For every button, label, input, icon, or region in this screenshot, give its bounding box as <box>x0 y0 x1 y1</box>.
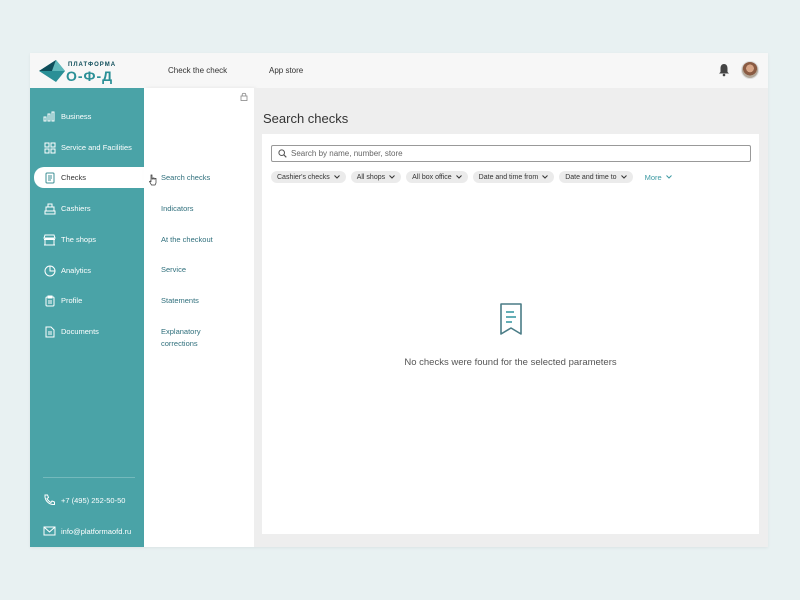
nav-app-store[interactable]: App store <box>269 66 303 75</box>
chevron-down-icon <box>542 175 549 179</box>
pie-chart-icon <box>43 264 56 277</box>
top-header: ПЛАТФОРМА О-Ф-Д Check the check App stor… <box>30 53 768 88</box>
logo-text-big: О-Ф-Д <box>66 68 114 84</box>
bell-icon[interactable] <box>718 63 730 77</box>
contact-phone[interactable]: +7 (495) 252-50-50 <box>43 494 125 506</box>
nav-check-the-check[interactable]: Check the check <box>168 66 227 75</box>
mail-icon <box>43 526 56 536</box>
main-content: Search checks Cashier's checks All shops… <box>254 88 768 547</box>
grid-icon <box>43 141 56 154</box>
filter-label: All box office <box>412 173 452 181</box>
sidebar-item-the-shops[interactable]: The shops <box>34 229 144 250</box>
search-icon <box>278 149 287 158</box>
empty-receipt-icon <box>500 303 522 335</box>
submenu-item-explanatory[interactable]: Explanatory <box>161 326 201 338</box>
filter-label: Date and time to <box>565 173 617 181</box>
chevron-down-icon <box>620 175 627 179</box>
filter-date-time-to[interactable]: Date and time to <box>559 171 633 183</box>
bar-chart-icon <box>43 110 56 123</box>
user-avatar[interactable] <box>741 61 759 79</box>
sidebar-item-profile[interactable]: Profile <box>34 290 144 311</box>
sidebar-divider <box>43 477 135 478</box>
filter-bar: Cashier's checks All shops All box offic… <box>271 171 672 183</box>
platform-ofd-logo[interactable]: ПЛАТФОРМА О-Ф-Д <box>38 58 128 84</box>
contact-email[interactable]: info@platformaofd.ru <box>43 525 131 537</box>
sidebar-item-analytics[interactable]: Analytics <box>34 260 144 281</box>
cash-register-icon <box>43 202 56 215</box>
document-icon <box>43 325 56 338</box>
submenu-item-service[interactable]: Service <box>161 264 186 276</box>
sidebar-item-label: The shops <box>61 235 97 244</box>
filter-all-shops[interactable]: All shops <box>350 171 402 183</box>
sidebar: Business Service and Facilities Checks C… <box>30 88 144 547</box>
sidebar-item-label: Business <box>61 112 92 121</box>
sidebar-item-label: Cashiers <box>61 204 91 213</box>
store-icon <box>43 233 56 246</box>
phone-number: +7 (495) 252-50-50 <box>61 495 126 505</box>
sidebar-item-label: Analytics <box>61 266 92 275</box>
sidebar-item-service-and-facilities[interactable]: Service and Facilities <box>34 137 144 158</box>
sidebar-item-documents[interactable]: Documents <box>34 321 144 342</box>
clipboard-icon <box>43 294 56 307</box>
sidebar-item-label: Documents <box>61 327 99 336</box>
page-title: Search checks <box>263 111 349 126</box>
chevron-down-icon <box>665 175 672 179</box>
phone-icon <box>44 494 55 506</box>
submenu-item-at-the-checkout[interactable]: At the checkout <box>161 234 213 246</box>
lock-icon[interactable] <box>240 92 248 101</box>
more-label: More <box>644 172 662 182</box>
sidebar-item-label: Profile <box>61 296 83 305</box>
empty-state-message: No checks were found for the selected pa… <box>404 357 617 368</box>
filter-all-box-office[interactable]: All box office <box>406 171 468 183</box>
hand-cursor-icon <box>149 174 157 186</box>
logo-mark-icon <box>39 60 65 82</box>
filter-cashiers-checks[interactable]: Cashier's checks <box>271 171 346 183</box>
sidebar-item-checks[interactable]: Checks <box>34 167 144 188</box>
checks-submenu: Search checks Indicators At the checkout… <box>144 88 254 547</box>
search-input[interactable] <box>291 149 731 158</box>
submenu-item-indicators[interactable]: Indicators <box>161 203 194 215</box>
more-filters-button[interactable]: More <box>645 173 672 182</box>
app-window: ПЛАТФОРМА О-Ф-Д Check the check App stor… <box>30 53 768 547</box>
receipt-icon <box>43 171 56 184</box>
filter-label: Cashier's checks <box>277 173 330 181</box>
sidebar-item-label: Checks <box>61 173 87 182</box>
search-card: Cashier's checks All shops All box offic… <box>262 134 759 534</box>
filter-label: Date and time from <box>478 173 539 181</box>
search-box[interactable] <box>271 145 751 162</box>
submenu-item-statements[interactable]: Statements <box>161 295 199 307</box>
submenu-item-corrections[interactable]: corrections <box>161 338 198 350</box>
sidebar-item-label: Service and Facilities <box>61 143 132 152</box>
email-address: info@platformaofd.ru <box>61 526 132 536</box>
chevron-down-icon <box>333 175 340 179</box>
filter-label: All shops <box>356 173 386 181</box>
chevron-down-icon <box>389 175 395 179</box>
sidebar-item-cashiers[interactable]: Cashiers <box>34 198 144 219</box>
filter-date-time-from[interactable]: Date and time from <box>472 171 555 183</box>
sidebar-item-business[interactable]: Business <box>34 106 144 127</box>
submenu-item-search-checks[interactable]: Search checks <box>161 172 210 184</box>
chevron-down-icon <box>455 175 462 179</box>
